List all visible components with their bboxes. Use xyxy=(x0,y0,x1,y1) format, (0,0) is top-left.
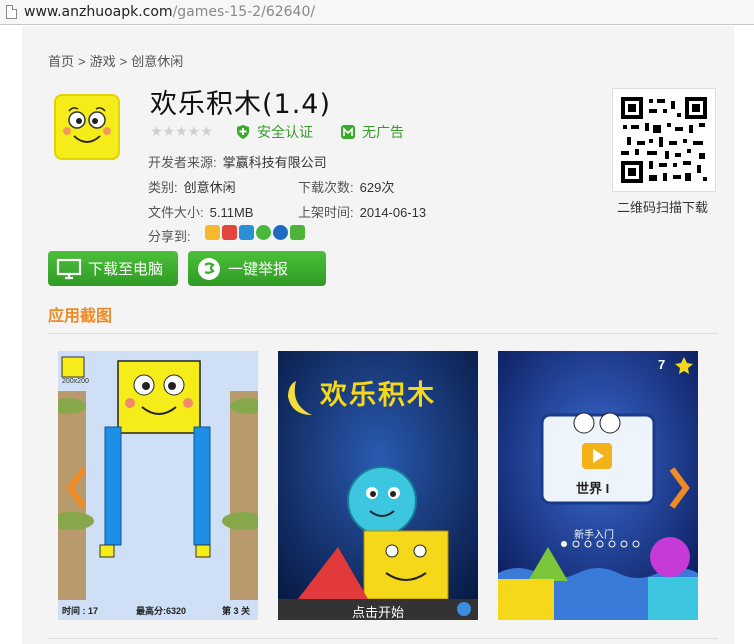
renren-icon[interactable] xyxy=(273,225,288,240)
wechat-icon[interactable] xyxy=(256,225,271,240)
monitor-icon xyxy=(56,258,82,279)
browser-url-bar[interactable]: www.anzhuoapk.com/games-15-2/62640/ xyxy=(0,0,754,25)
download-to-pc-button[interactable]: 下载至电脑 xyxy=(48,251,178,286)
bottom-divider xyxy=(48,638,718,639)
breadcrumb-category[interactable]: 创意休闲 xyxy=(131,54,183,69)
weibo-icon[interactable] xyxy=(222,225,237,240)
share-row: 分享到: xyxy=(148,229,191,244)
category-row: 类别: 创意休闲 xyxy=(148,180,236,195)
app-title: 欢乐积木(1.4) xyxy=(150,89,332,120)
downloads-row: 下载次数: 629次 xyxy=(298,180,395,195)
app-icon xyxy=(54,94,120,160)
date-row: 上架时间: 2014-06-13 xyxy=(298,205,427,220)
shot2-logo: 欢乐积木 xyxy=(320,380,436,410)
shot1-level: 第 3 关 xyxy=(222,606,251,616)
breadcrumb: 首页 > 游戏 > 创意休闲 xyxy=(48,54,184,69)
shot2-start: 点击开始 xyxy=(351,605,404,620)
no-ads-icon xyxy=(341,125,355,139)
shot3-world: 世界 I xyxy=(576,481,610,496)
more-icon[interactable] xyxy=(290,225,305,240)
shield-icon xyxy=(237,125,249,139)
size-row: 文件大小: 5.11MB xyxy=(148,205,254,220)
qq-icon[interactable] xyxy=(239,225,254,240)
shot3-stars-count: 7 xyxy=(658,357,666,372)
shot1-time: 时间 : 17 xyxy=(62,606,99,616)
shot1-best: 最高分:6320 xyxy=(136,606,187,616)
document-icon xyxy=(6,5,17,19)
qr-label: 二维码扫描下载 xyxy=(617,200,709,215)
report-icon xyxy=(198,257,220,280)
rating-stars: ★★★★★ xyxy=(150,123,213,139)
carousel-next-arrow[interactable] xyxy=(666,465,692,511)
breadcrumb-games[interactable]: 游戏 xyxy=(90,54,116,69)
no-ads-badge: 无广告 xyxy=(340,122,404,142)
developer-row: 开发者来源: 掌赢科技有限公司 xyxy=(148,155,327,170)
screenshot-2[interactable]: 欢乐积木 点击开始 xyxy=(278,351,478,620)
qzone-icon[interactable] xyxy=(205,225,220,240)
shot1-size-tag: 200x200 xyxy=(62,378,89,385)
carousel-prev-arrow[interactable] xyxy=(64,465,90,511)
breadcrumb-home[interactable]: 首页 xyxy=(48,54,74,69)
shot3-newbie: 新手入门 xyxy=(574,530,614,541)
divider xyxy=(48,333,718,334)
qr-code xyxy=(612,88,716,192)
screenshots-section-title: 应用截图 xyxy=(48,308,113,325)
report-button[interactable]: 一键举报 xyxy=(188,251,326,286)
url-text[interactable]: www.anzhuoapk.com/games-15-2/62640/ xyxy=(24,4,315,20)
share-icons xyxy=(205,225,305,240)
safe-badge: 安全认证 xyxy=(235,122,313,142)
